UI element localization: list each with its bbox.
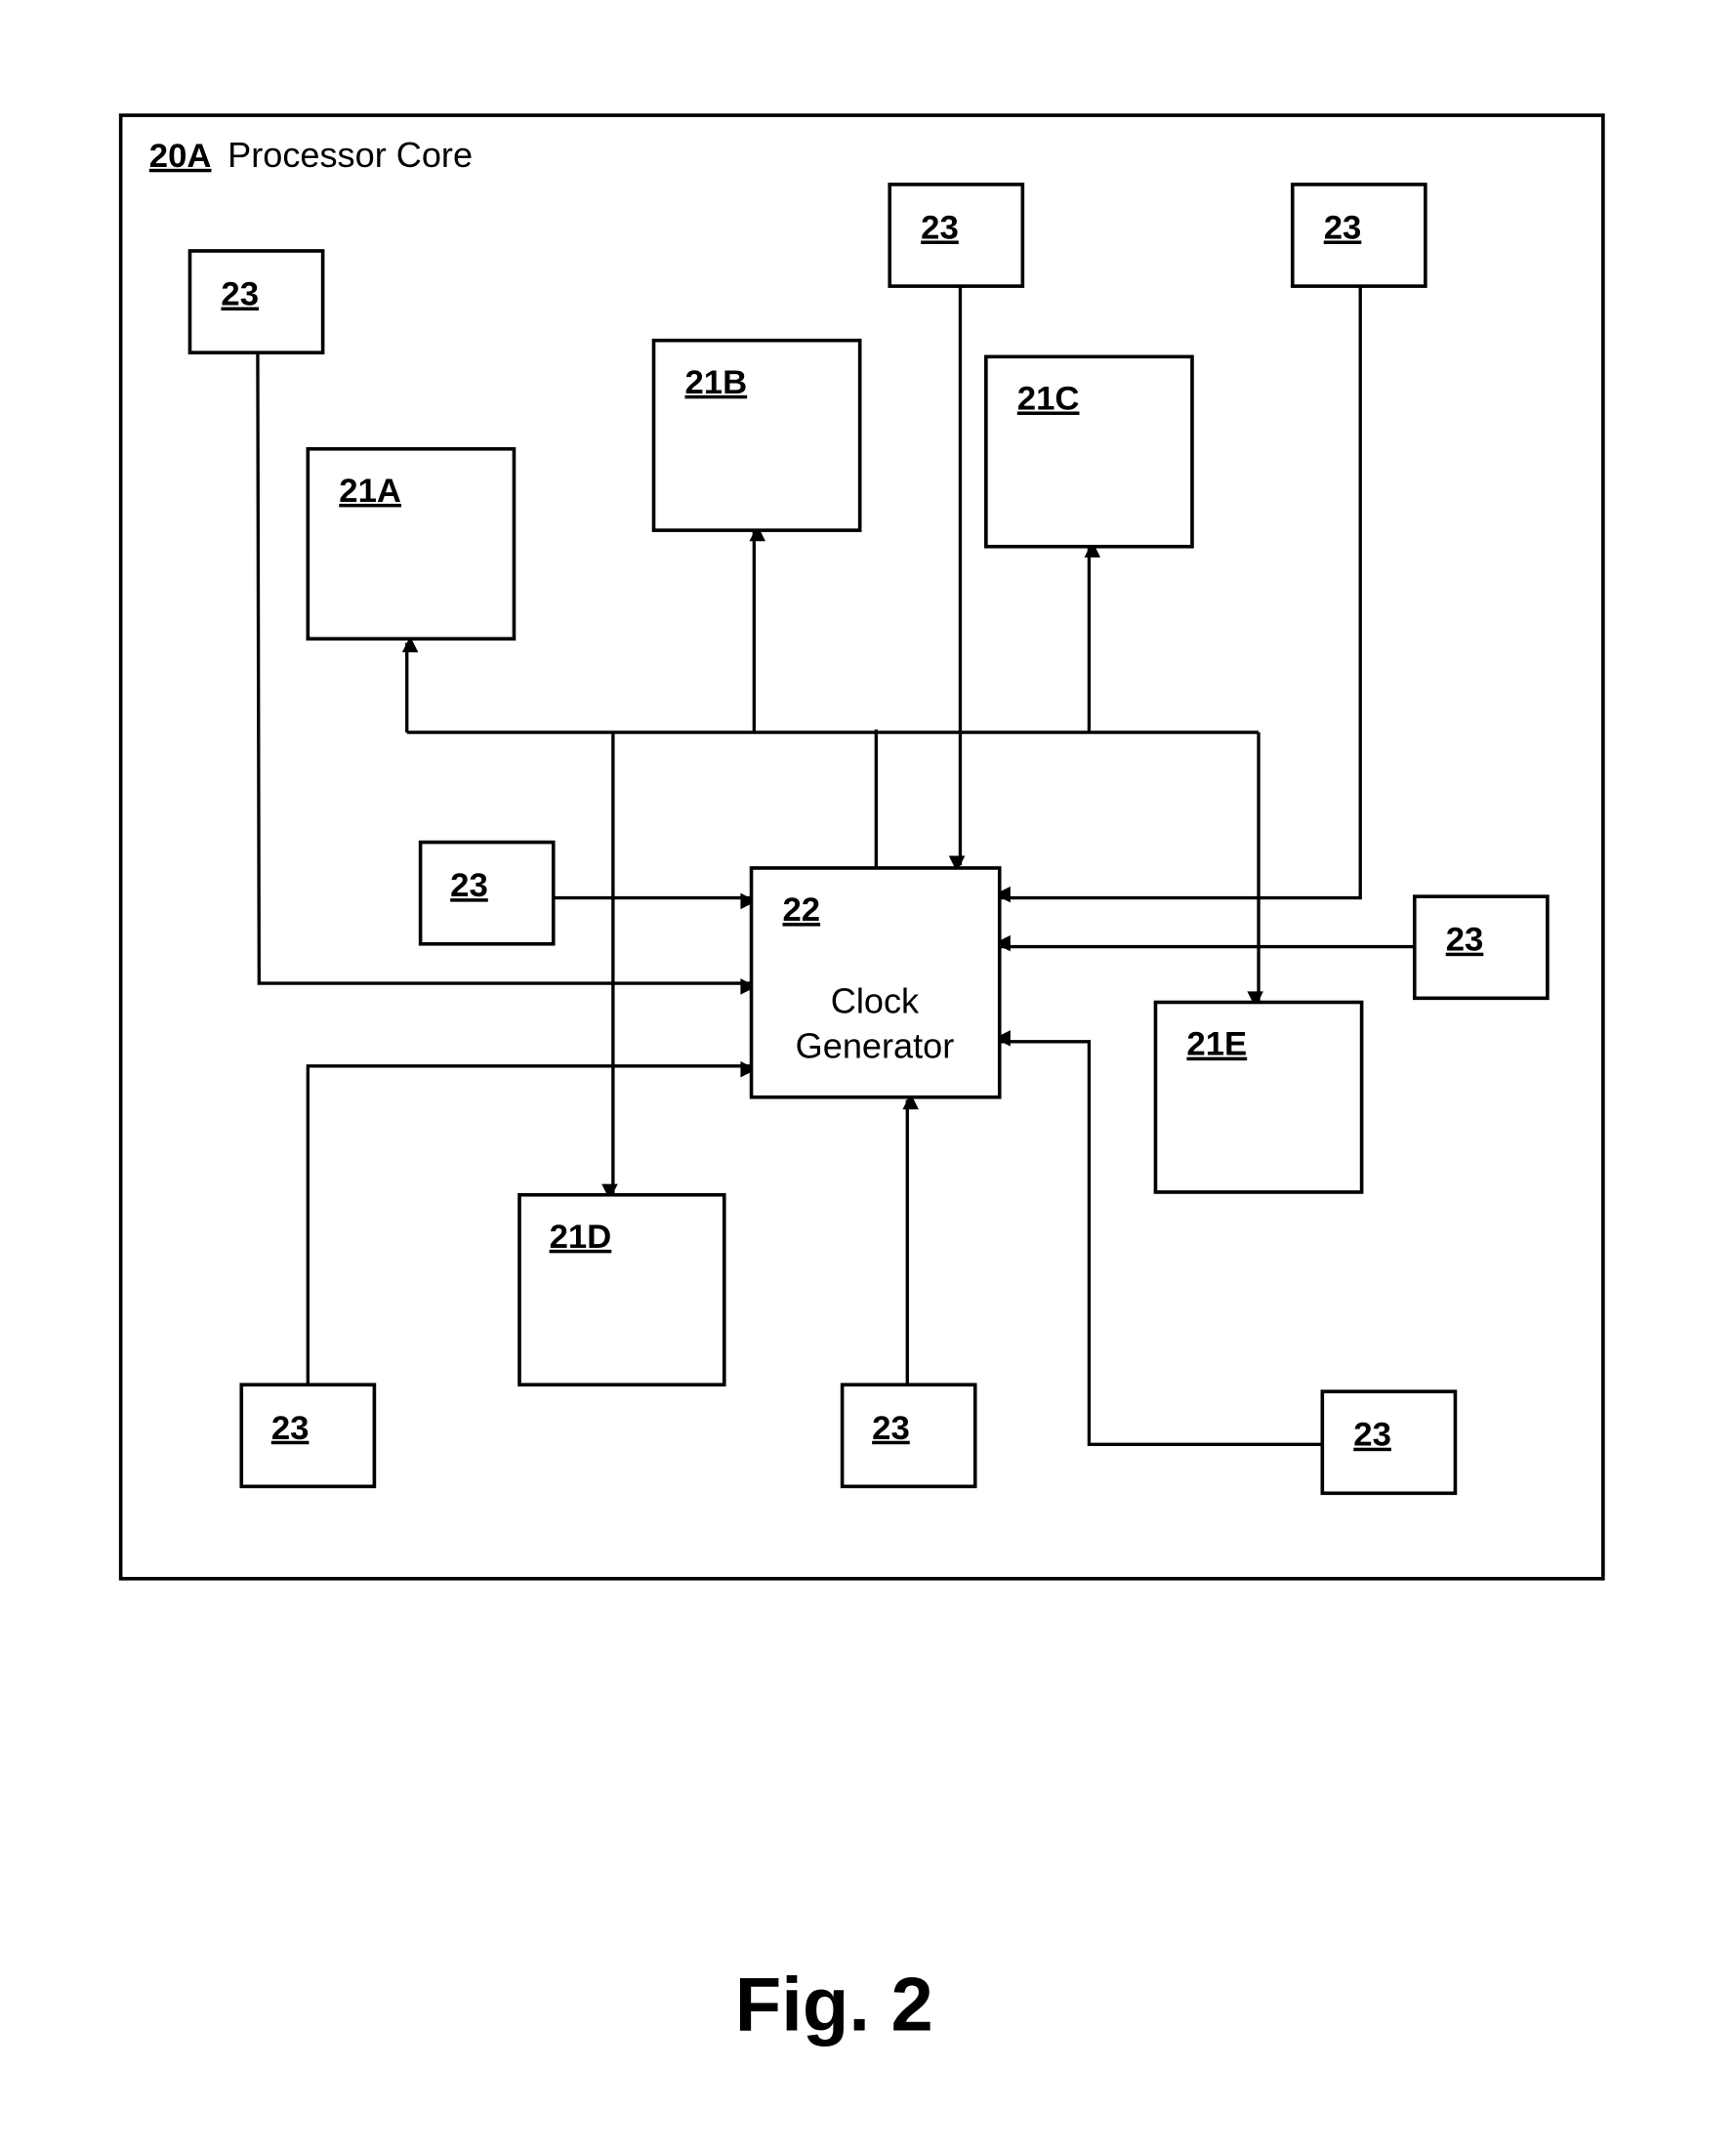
sensor-mid-left: 23 xyxy=(418,840,556,946)
sensor-ref: 23 xyxy=(271,1410,310,1447)
sensor-ref: 23 xyxy=(450,867,488,904)
unit-ref: 21E xyxy=(1186,1026,1247,1063)
sensor-ref: 23 xyxy=(1353,1417,1391,1454)
unit-21e: 21E xyxy=(1153,1000,1364,1194)
unit-21d: 21D xyxy=(517,1192,726,1387)
clock-generator-line2: Generator xyxy=(796,1025,955,1065)
sensor-ref: 23 xyxy=(221,276,259,313)
unit-21c: 21C xyxy=(984,354,1194,549)
unit-21b: 21B xyxy=(651,338,862,532)
processor-core-container xyxy=(118,113,1605,1581)
sensor-mid-right: 23 xyxy=(1412,894,1550,1001)
sensor-ref: 23 xyxy=(921,209,959,246)
sensor-bottom-left: 23 xyxy=(239,1383,377,1489)
diagram-canvas: 20A Processor Core 22 Clock Generator 21… xyxy=(118,113,1605,2047)
sensor-ref: 23 xyxy=(1324,209,1362,246)
clock-generator-ref: 22 xyxy=(782,891,820,929)
sensor-ref: 23 xyxy=(1446,922,1484,959)
unit-21a: 21A xyxy=(306,446,517,641)
clock-generator-line1: Clock xyxy=(831,981,920,1021)
container-ref: 20A xyxy=(149,138,212,175)
clock-generator-block: 22 Clock Generator xyxy=(749,866,1002,1099)
unit-ref: 21D xyxy=(550,1219,612,1256)
sensor-bottom-right: 23 xyxy=(1320,1389,1458,1496)
container-name: Processor Core xyxy=(227,135,473,175)
container-title: 20A Processor Core xyxy=(149,135,473,175)
sensor-ref: 23 xyxy=(872,1410,910,1447)
sensor-top-right: 23 xyxy=(1290,183,1427,288)
figure-label: Fig. 2 xyxy=(735,1963,933,2047)
unit-ref: 21B xyxy=(684,364,747,401)
sensor-top-center: 23 xyxy=(888,183,1025,288)
unit-ref: 21A xyxy=(339,473,401,510)
unit-ref: 21C xyxy=(1017,380,1080,417)
sensor-top-left: 23 xyxy=(187,249,325,354)
sensor-bottom-center: 23 xyxy=(840,1383,977,1489)
